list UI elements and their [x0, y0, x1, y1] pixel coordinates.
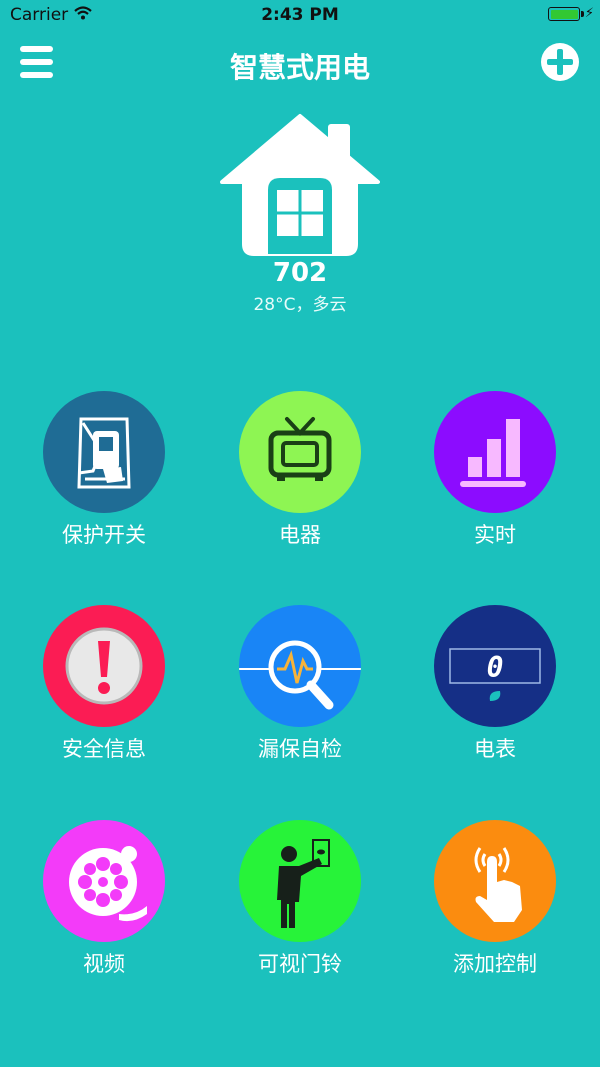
grid-item-electric-meter[interactable]: 0 电表 [415, 605, 575, 763]
charging-icon: ⚡ [584, 6, 594, 21]
grid-label: 安全信息 [62, 737, 146, 761]
clock: 2:43 PM [261, 5, 339, 25]
circuit-breaker-icon [43, 391, 165, 513]
tv-icon [239, 391, 361, 513]
grid-item-safety-info[interactable]: 安全信息 [24, 605, 184, 763]
grid-label: 添加控制 [453, 952, 537, 976]
doorbell-icon [239, 820, 361, 942]
add-button[interactable] [541, 43, 579, 81]
weather-info: 28°C，多云 [253, 295, 347, 315]
grid-label: 电器 [279, 523, 321, 547]
grid-item-video-doorbell[interactable]: 可视门铃 [220, 820, 380, 978]
alert-icon [43, 605, 165, 727]
grid-item-appliances[interactable]: 电器 [220, 391, 380, 549]
grid-item-add-control[interactable]: 添加控制 [415, 820, 575, 978]
bar-chart-icon [434, 391, 556, 513]
battery-icon [548, 7, 584, 21]
nav-bar: 智慧式用电 [0, 30, 600, 94]
grid-label: 实时 [474, 523, 516, 547]
house-icon[interactable] [220, 112, 380, 257]
menu-button[interactable] [18, 44, 56, 80]
grid-item-video[interactable]: 视频 [24, 820, 184, 978]
touch-icon [434, 820, 556, 942]
grid-label: 保护开关 [62, 523, 146, 547]
grid-label: 漏保自检 [258, 737, 342, 761]
magnifier-icon [239, 605, 361, 727]
page-title: 智慧式用电 [229, 51, 370, 84]
grid-item-leakage-test[interactable]: 漏保自检 [220, 605, 380, 763]
film-reel-icon [43, 820, 165, 942]
meter-reading: 0 [487, 651, 504, 684]
status-bar: Carrier 2:43 PM ⚡ [0, 0, 600, 30]
grid-label: 电表 [474, 737, 516, 761]
grid-label: 视频 [83, 952, 125, 976]
room-number: 702 [272, 258, 328, 288]
grid-label: 可视门铃 [258, 952, 342, 976]
meter-icon: 0 [434, 605, 556, 727]
grid-item-protection-switch[interactable]: 保护开关 [24, 391, 184, 549]
grid-item-realtime[interactable]: 实时 [415, 391, 575, 549]
